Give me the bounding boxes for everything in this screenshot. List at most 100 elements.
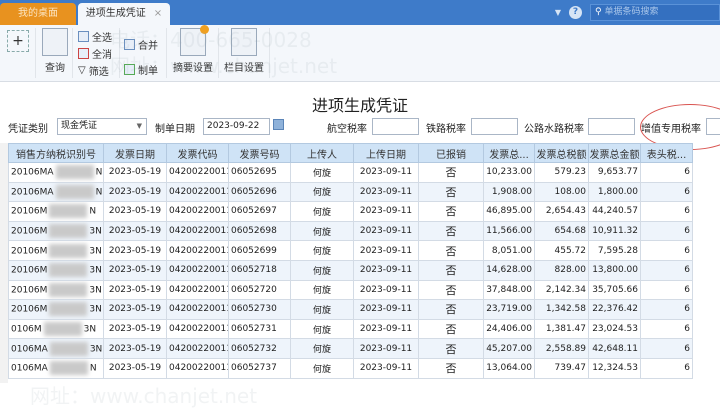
- funnel-icon: ▽: [78, 65, 86, 76]
- column-header-invoice-total[interactable]: 发票总...: [483, 143, 535, 163]
- cell-invoice-tax: 108.00: [534, 181, 589, 203]
- clear-all-label: 全消: [92, 50, 112, 61]
- cell-invoice-total: 14,628.00: [483, 259, 535, 281]
- cell-invoice-code: 042002200113: [166, 162, 229, 183]
- select-all-label: 全选: [92, 33, 112, 44]
- cell-invoice-total: 13,064.00: [483, 357, 535, 379]
- cell-invoice-amount: 35,705.66: [588, 279, 641, 301]
- cell-uploader: 何旋: [290, 338, 354, 359]
- cell-seller-tax-id: 20106MA N: [8, 162, 104, 183]
- cell-seller-tax-id: 0106MA 3N: [8, 338, 104, 359]
- cell-invoice-code: 042002200113: [166, 220, 229, 242]
- dropdown-caret-icon[interactable]: ▼: [555, 8, 561, 17]
- query-button[interactable]: 查询: [40, 28, 70, 74]
- document-icon: [180, 25, 209, 56]
- table-row[interactable]: 20106MN2023-05-1904200220011306052697何旋2…: [8, 201, 693, 222]
- summary-settings-label: 摘要设置: [173, 63, 213, 74]
- cell-invoice-total: 8,051.00: [483, 240, 535, 261]
- help-icon[interactable]: ?: [569, 6, 582, 19]
- rail-rate-input[interactable]: [471, 118, 518, 135]
- column-header-header-tax-rate[interactable]: 表头税...: [640, 143, 693, 163]
- cell-reimbursed: 否: [418, 338, 484, 359]
- tax-id-prefix: 20106M: [11, 285, 48, 296]
- road-water-rate-input[interactable]: [588, 118, 635, 135]
- tax-id-suffix: N: [89, 206, 97, 217]
- cell-invoice-total: 45,207.00: [483, 338, 535, 359]
- cell-invoice-tax: 2,142.34: [534, 279, 589, 301]
- table-row[interactable]: 20106M 3N2023-05-1904200220011306052699何旋…: [8, 240, 693, 261]
- air-rate-input[interactable]: [372, 118, 419, 135]
- air-rate-label: 航空税率: [327, 124, 367, 135]
- column-header-invoice-date[interactable]: 发票日期: [103, 143, 167, 163]
- tax-id-prefix: 20106M: [11, 226, 48, 237]
- top-bar: 我的桌面 进项生成凭证 × ▼ ? ⚲ 单据条码搜索: [0, 0, 720, 25]
- tab-my-desktop[interactable]: 我的桌面: [0, 3, 76, 25]
- column-header-invoice-amount[interactable]: 发票总金额: [588, 143, 641, 163]
- table-row[interactable]: 20106MA N2023-05-1904200220011306052695何旋…: [8, 162, 693, 183]
- cell-uploader: 何旋: [290, 318, 354, 340]
- cell-invoice-number: 06052698: [228, 220, 291, 242]
- cell-invoice-total: 1,908.00: [483, 181, 535, 203]
- cell-invoice-total: 10,233.00: [483, 162, 535, 183]
- search-placeholder: 单据条码搜索: [604, 7, 659, 17]
- table-row[interactable]: 0106MA N 2023-05-1904200220011306052737何旋2…: [8, 357, 693, 379]
- table-row[interactable]: 20106M 3N2023-05-1904200220011306052718何旋…: [8, 259, 693, 281]
- cell-uploader: 何旋: [290, 181, 354, 203]
- column-header-invoice-number[interactable]: 发票号码: [228, 143, 291, 163]
- table-row[interactable]: 20106M 3N2023-05-1904200220011306052720何旋…: [8, 279, 693, 301]
- table-row[interactable]: 0106MA 3N2023-05-1904200220011306052732何旋…: [8, 338, 693, 359]
- cell-invoice-amount: 9,653.77: [588, 162, 641, 183]
- voucher-type-select[interactable]: 现金凭证 ▼: [57, 118, 147, 135]
- cell-header-tax-rate: 6: [640, 162, 693, 183]
- clear-all-button[interactable]: 全消: [78, 46, 112, 61]
- close-icon[interactable]: ×: [154, 8, 162, 19]
- cell-uploader: 何旋: [290, 357, 354, 379]
- column-header-upload-date[interactable]: 上传日期: [353, 143, 419, 163]
- cell-seller-tax-id: 20106M N: [8, 201, 104, 222]
- column-header-seller-tax-id[interactable]: 销售方纳税识别号: [8, 143, 104, 163]
- select-all-button[interactable]: 全选: [78, 29, 112, 44]
- barcode-search-input[interactable]: ⚲ 单据条码搜索: [590, 4, 720, 21]
- calendar-icon[interactable]: [273, 119, 284, 130]
- cell-invoice-tax: 1,381.47: [534, 318, 589, 340]
- date-input[interactable]: 2023-09-22: [203, 118, 270, 135]
- column-header-invoice-tax[interactable]: 发票总税额: [534, 143, 589, 163]
- cell-invoice-number: 06052699: [228, 240, 291, 261]
- cell-invoice-total: 11,566.00: [483, 220, 535, 242]
- summary-settings-button[interactable]: 摘要设置: [170, 25, 216, 74]
- cell-seller-tax-id: 20106M 3N: [8, 299, 104, 320]
- make-voucher-button[interactable]: 制单: [124, 62, 158, 77]
- cell-upload-date: 2023-09-11: [353, 279, 419, 301]
- merge-button[interactable]: 合并: [124, 37, 158, 52]
- cell-invoice-date: 2023-05-19: [103, 279, 167, 301]
- cell-invoice-date: 2023-05-19: [103, 181, 167, 203]
- cell-upload-date: 2023-09-11: [353, 240, 419, 261]
- tax-id-prefix: 20106MA: [11, 187, 54, 198]
- cell-invoice-tax: 2,654.43: [534, 201, 589, 222]
- select-all-icon: [78, 31, 89, 42]
- cell-invoice-number: 06052718: [228, 259, 291, 281]
- table-row[interactable]: 20106M 3N2023-05-1904200220011306052730何旋…: [8, 299, 693, 320]
- column-header-invoice-code[interactable]: 发票代码: [166, 143, 229, 163]
- column-header-uploader[interactable]: 上传人: [290, 143, 354, 163]
- cell-invoice-tax: 579.23: [534, 162, 589, 183]
- tax-id-suffix: 3N: [89, 226, 102, 237]
- cell-invoice-number: 06052720: [228, 279, 291, 301]
- table-row[interactable]: 20106MA N2023-05-1904200220011306052696何旋…: [8, 181, 693, 203]
- cell-invoice-code: 042002200113: [166, 357, 229, 379]
- cell-invoice-date: 2023-05-19: [103, 338, 167, 359]
- make-voucher-icon: [124, 64, 135, 75]
- tax-id-prefix: 0106M: [11, 324, 42, 335]
- table-row[interactable]: 0106M3N2023-05-1904200220011306052731何旋2…: [8, 318, 693, 340]
- column-header-reimbursed[interactable]: 已报销: [418, 143, 484, 163]
- column-settings-button[interactable]: 栏目设置: [221, 28, 267, 74]
- tax-id-suffix: 3N: [89, 265, 102, 276]
- table-row[interactable]: 20106M 3N2023-05-1904200220011306052698何旋…: [8, 220, 693, 242]
- cell-upload-date: 2023-09-11: [353, 181, 419, 203]
- watermark-site-bottom: 网址：www.chanjet.net: [30, 384, 258, 408]
- add-button[interactable]: +: [7, 30, 29, 52]
- tax-id-suffix: 3N: [89, 246, 102, 257]
- filter-button[interactable]: ▽ 筛选: [78, 63, 109, 78]
- voucher-type-value: 现金凭证: [61, 121, 98, 131]
- tab-input-voucher[interactable]: 进项生成凭证 ×: [78, 3, 170, 25]
